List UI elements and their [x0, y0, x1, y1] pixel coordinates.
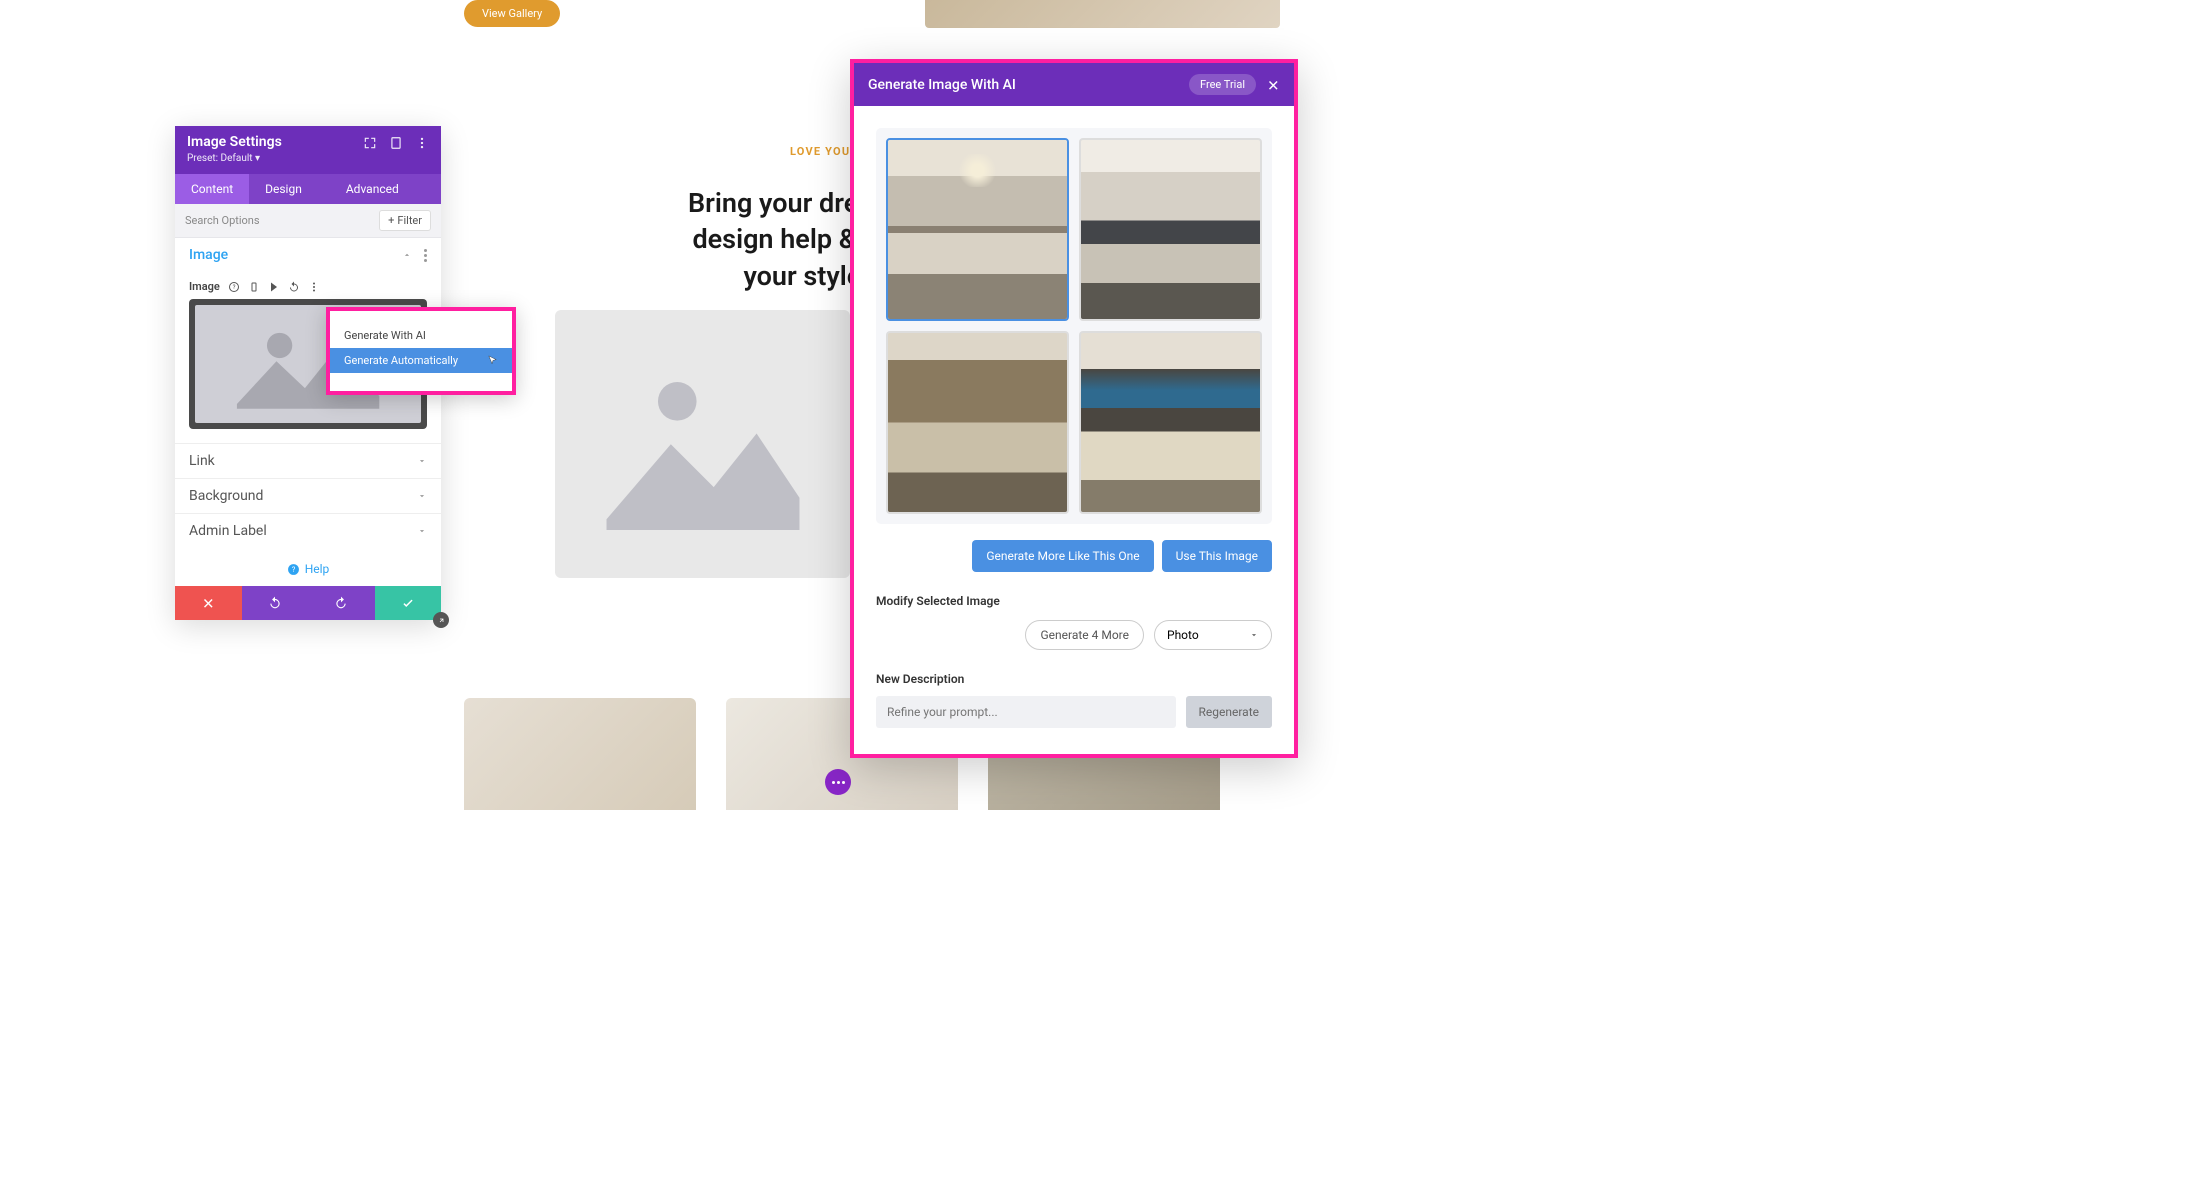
view-gallery-button[interactable]: View Gallery — [464, 0, 560, 27]
chevron-down-icon — [417, 526, 427, 536]
new-description-label: New Description — [876, 672, 1272, 686]
more-icon[interactable] — [415, 136, 429, 150]
chevron-down-icon — [1249, 630, 1259, 640]
settings-tabs: Content Design Advanced — [175, 174, 441, 204]
search-row: Search Options +Filter — [175, 204, 441, 238]
filter-button[interactable]: +Filter — [379, 210, 431, 231]
modal-header: Generate Image With AI Free Trial — [854, 63, 1294, 106]
generated-image-3[interactable] — [886, 331, 1069, 514]
hero-image — [925, 0, 1280, 28]
section-link[interactable]: Link — [175, 443, 441, 478]
chevron-up-icon — [402, 250, 412, 260]
tab-content[interactable]: Content — [175, 174, 249, 204]
help-link[interactable]: ? Help — [175, 548, 441, 586]
section-background[interactable]: Background — [175, 478, 441, 513]
context-menu-highlight: Generate With AI Generate Automatically — [326, 307, 516, 395]
modify-label: Modify Selected Image — [876, 594, 1272, 608]
cancel-button[interactable] — [175, 586, 242, 620]
section-label: Background — [189, 488, 263, 504]
section-label: Link — [189, 453, 215, 469]
section-label: Image — [189, 247, 228, 263]
free-trial-badge[interactable]: Free Trial — [1189, 74, 1256, 95]
content-placeholder — [555, 310, 850, 578]
floating-action-button[interactable] — [825, 769, 851, 795]
more-icon[interactable] — [424, 249, 427, 262]
expand-icon[interactable] — [363, 136, 377, 150]
redo-button[interactable] — [308, 586, 375, 620]
section-label: Admin Label — [189, 523, 267, 539]
chevron-down-icon — [417, 456, 427, 466]
help-icon[interactable]: ? — [228, 281, 240, 293]
generate-4-more-button[interactable]: Generate 4 More — [1025, 620, 1144, 650]
context-menu: Generate With AI Generate Automatically — [330, 311, 512, 383]
modal-title: Generate Image With AI — [868, 77, 1016, 93]
prompt-input[interactable] — [876, 696, 1176, 728]
tab-advanced[interactable]: Advanced — [330, 174, 415, 204]
panel-footer — [175, 586, 441, 620]
reset-icon[interactable] — [288, 281, 300, 293]
image-results-grid — [876, 128, 1272, 524]
gallery-card — [464, 698, 696, 810]
cursor-icon — [487, 355, 498, 366]
panel-header: Image Settings Preset: Default ▾ — [175, 126, 441, 174]
preset-dropdown[interactable]: Preset: Default ▾ — [187, 153, 282, 164]
generate-more-like-button[interactable]: Generate More Like This One — [972, 540, 1153, 572]
style-select[interactable]: Photo — [1154, 620, 1272, 650]
generated-image-2[interactable] — [1079, 138, 1262, 321]
close-icon[interactable] — [1266, 78, 1280, 92]
use-this-image-button[interactable]: Use This Image — [1162, 540, 1272, 572]
resize-handle[interactable] — [433, 612, 449, 628]
tablet-icon[interactable] — [389, 136, 403, 150]
save-button[interactable] — [375, 586, 442, 620]
menu-generate-automatically[interactable]: Generate Automatically — [330, 348, 512, 373]
generated-image-4[interactable] — [1079, 331, 1262, 514]
phone-icon[interactable] — [248, 281, 260, 293]
tab-design[interactable]: Design — [249, 174, 318, 204]
field-label: Image — [189, 280, 220, 293]
regenerate-button[interactable]: Regenerate — [1186, 696, 1273, 728]
svg-text:?: ? — [291, 565, 295, 574]
generated-image-1[interactable] — [886, 138, 1069, 321]
more-icon[interactable] — [308, 281, 320, 293]
search-input[interactable]: Search Options — [185, 214, 260, 227]
ai-modal-highlight: Generate Image With AI Free Trial Genera… — [850, 59, 1298, 758]
generate-image-modal: Generate Image With AI Free Trial Genera… — [854, 63, 1294, 754]
menu-generate-with-ai[interactable]: Generate With AI — [330, 323, 512, 348]
section-image[interactable]: Image — [175, 238, 441, 272]
hover-icon[interactable] — [268, 281, 280, 293]
undo-button[interactable] — [242, 586, 309, 620]
svg-text:?: ? — [232, 284, 235, 291]
section-admin-label[interactable]: Admin Label — [175, 513, 441, 548]
chevron-down-icon — [417, 491, 427, 501]
panel-title: Image Settings — [187, 134, 282, 150]
